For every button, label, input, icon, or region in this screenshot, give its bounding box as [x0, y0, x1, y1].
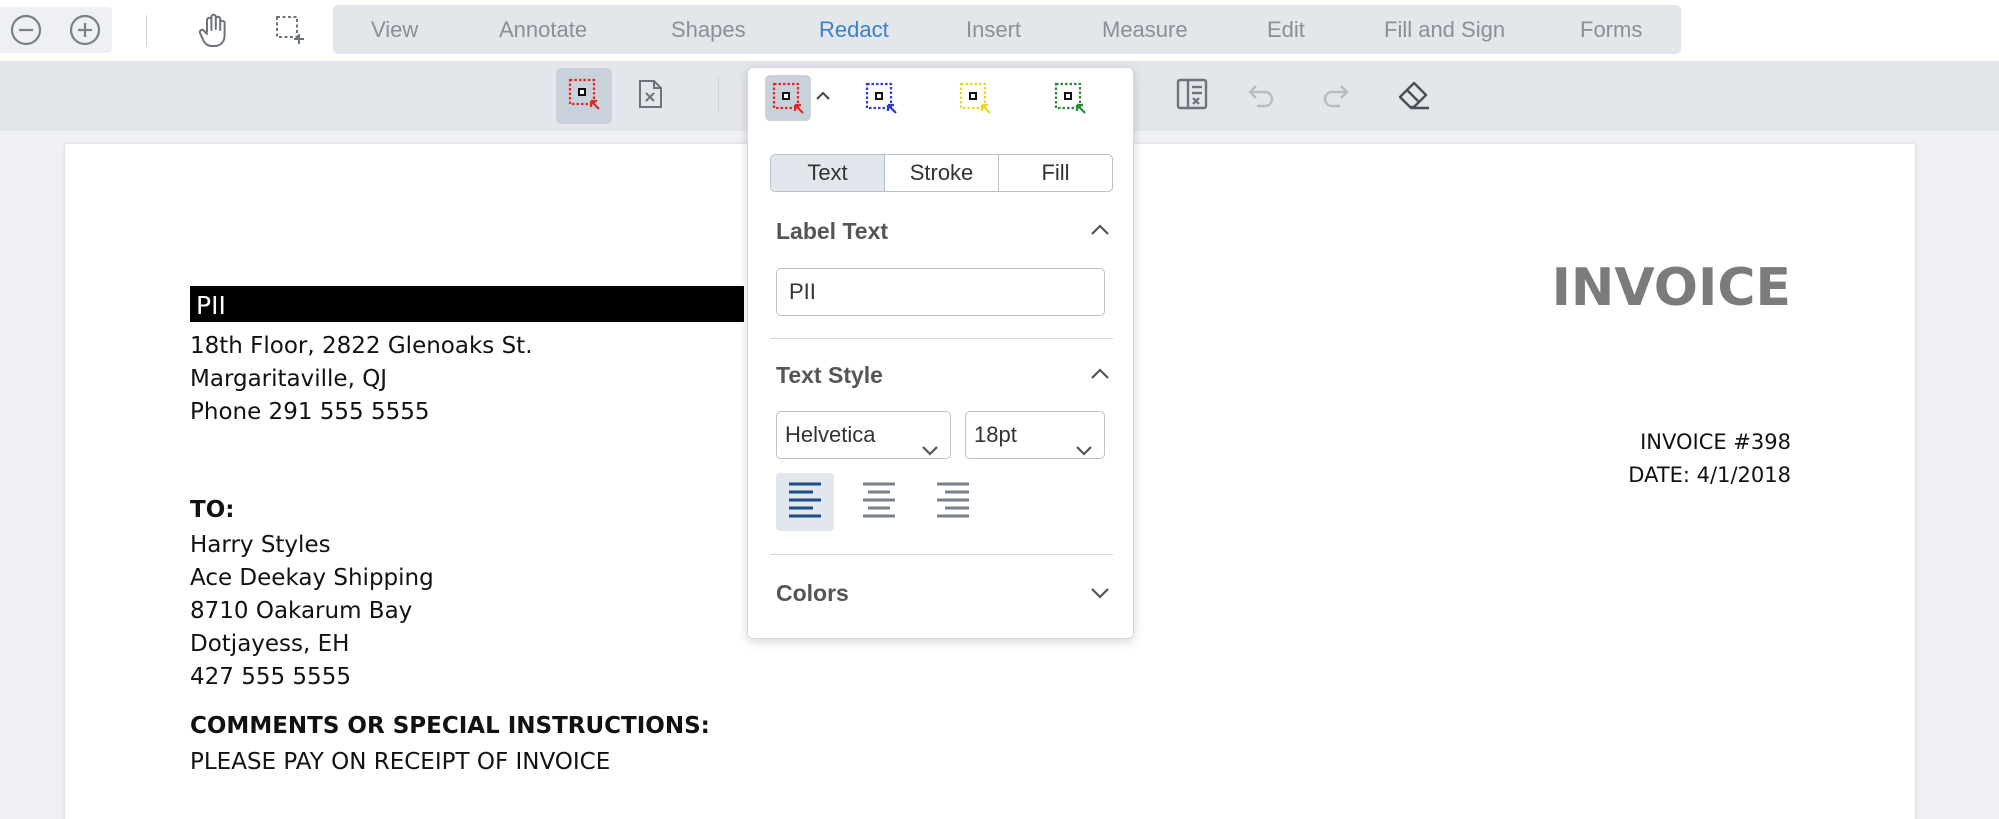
tab-fill[interactable]: Fill — [999, 155, 1112, 191]
redaction-style-popup: Text Stroke Fill Label Text PII Text Sty… — [747, 67, 1134, 639]
font-size-select[interactable]: 18pt — [965, 411, 1105, 459]
redact-page-button[interactable] — [623, 68, 679, 124]
comments-label: COMMENTS OR SPECIAL INSTRUCTIONS: — [190, 713, 710, 739]
red-redaction-preset[interactable] — [765, 75, 811, 121]
tab-shapes[interactable]: Shapes — [671, 5, 746, 54]
redact-area-icon — [567, 77, 601, 116]
colors-expand[interactable] — [1089, 586, 1111, 605]
chevron-up-icon — [1089, 368, 1111, 385]
align-right-icon — [935, 480, 971, 525]
toolbar-divider — [718, 77, 719, 111]
eraser-button[interactable] — [1386, 68, 1442, 124]
pan-hand-icon[interactable] — [195, 11, 231, 49]
blue-redaction-preset[interactable] — [858, 75, 904, 121]
toolbar-divider — [146, 15, 147, 46]
eraser-icon — [1396, 77, 1432, 116]
recipient-line: Dotjayess, EH — [190, 631, 350, 657]
to-label: TO: — [190, 497, 235, 523]
zoom-out-icon[interactable] — [9, 13, 43, 47]
redo-button[interactable] — [1309, 68, 1365, 124]
sender-address-line: Margaritaville, QJ — [190, 366, 388, 392]
colors-heading: Colors — [776, 580, 849, 606]
align-left-button[interactable] — [776, 473, 834, 531]
comments-text: PLEASE PAY ON RECEIPT OF INVOICE — [190, 749, 611, 775]
top-toolbar: View Annotate Shapes Redact Insert Measu… — [0, 0, 1999, 61]
redo-icon — [1320, 79, 1354, 114]
sender-phone: Phone 291 555 5555 — [190, 399, 430, 425]
yellow-redaction-preset[interactable] — [952, 75, 998, 121]
font-family-select[interactable]: Helvetica — [776, 411, 951, 459]
tab-annotate[interactable]: Annotate — [499, 5, 587, 54]
apply-redactions-icon — [1175, 77, 1209, 116]
tab-forms[interactable]: Forms — [1580, 5, 1642, 54]
align-center-button[interactable] — [850, 473, 908, 531]
chevron-down-icon — [1074, 427, 1094, 473]
invoice-date: DATE: 4/1/2018 — [1628, 463, 1791, 487]
label-text-input[interactable]: PII — [776, 268, 1105, 316]
chevron-up-icon — [1089, 224, 1111, 241]
tab-stroke[interactable]: Stroke — [885, 155, 999, 191]
align-left-icon — [787, 480, 823, 525]
apply-redactions-button[interactable] — [1164, 68, 1220, 124]
marquee-select-icon[interactable] — [273, 13, 307, 47]
section-divider — [770, 338, 1113, 339]
recipient-line: Harry Styles — [190, 532, 331, 558]
font-family-value: Helvetica — [785, 422, 876, 447]
align-center-icon — [861, 480, 897, 525]
sender-address-line: 18th Floor, 2822 Glenoaks St. — [190, 333, 533, 359]
section-divider — [770, 554, 1113, 555]
undo-button[interactable] — [1232, 68, 1288, 124]
chevron-up-icon — [815, 89, 831, 107]
label-text-collapse[interactable] — [1089, 223, 1111, 242]
ribbon-menu: View Annotate Shapes Redact Insert Measu… — [333, 5, 1681, 54]
style-mode-tabs: Text Stroke Fill — [770, 154, 1113, 192]
chevron-down-icon — [920, 427, 940, 473]
tab-insert[interactable]: Insert — [966, 5, 1021, 54]
tab-fill-and-sign[interactable]: Fill and Sign — [1384, 5, 1505, 54]
text-style-collapse[interactable] — [1089, 367, 1111, 386]
undo-icon — [1243, 79, 1277, 114]
redact-page-icon — [636, 77, 666, 116]
invoice-number: INVOICE #398 — [1640, 430, 1791, 454]
chevron-down-icon — [1089, 587, 1111, 604]
tab-edit[interactable]: Edit — [1267, 5, 1305, 54]
recipient-line: 427 555 5555 — [190, 664, 351, 690]
redaction-mark[interactable]: PII — [190, 286, 744, 322]
font-size-value: 18pt — [974, 422, 1017, 447]
green-redaction-preset[interactable] — [1047, 75, 1093, 121]
zoom-in-icon[interactable] — [68, 13, 102, 47]
redact-area-button[interactable] — [556, 68, 612, 124]
tab-measure[interactable]: Measure — [1102, 5, 1188, 54]
recipient-line: 8710 Oakarum Bay — [190, 598, 413, 624]
tab-text[interactable]: Text — [771, 155, 885, 191]
recipient-line: Ace Deekay Shipping — [190, 565, 434, 591]
align-right-button[interactable] — [924, 473, 982, 531]
tab-view[interactable]: View — [371, 5, 418, 54]
invoice-title: INVOICE — [1551, 258, 1791, 318]
preset-collapse-button[interactable] — [812, 75, 834, 121]
tab-redact[interactable]: Redact — [819, 5, 889, 54]
text-style-heading: Text Style — [776, 362, 883, 388]
label-text-heading: Label Text — [776, 218, 889, 244]
